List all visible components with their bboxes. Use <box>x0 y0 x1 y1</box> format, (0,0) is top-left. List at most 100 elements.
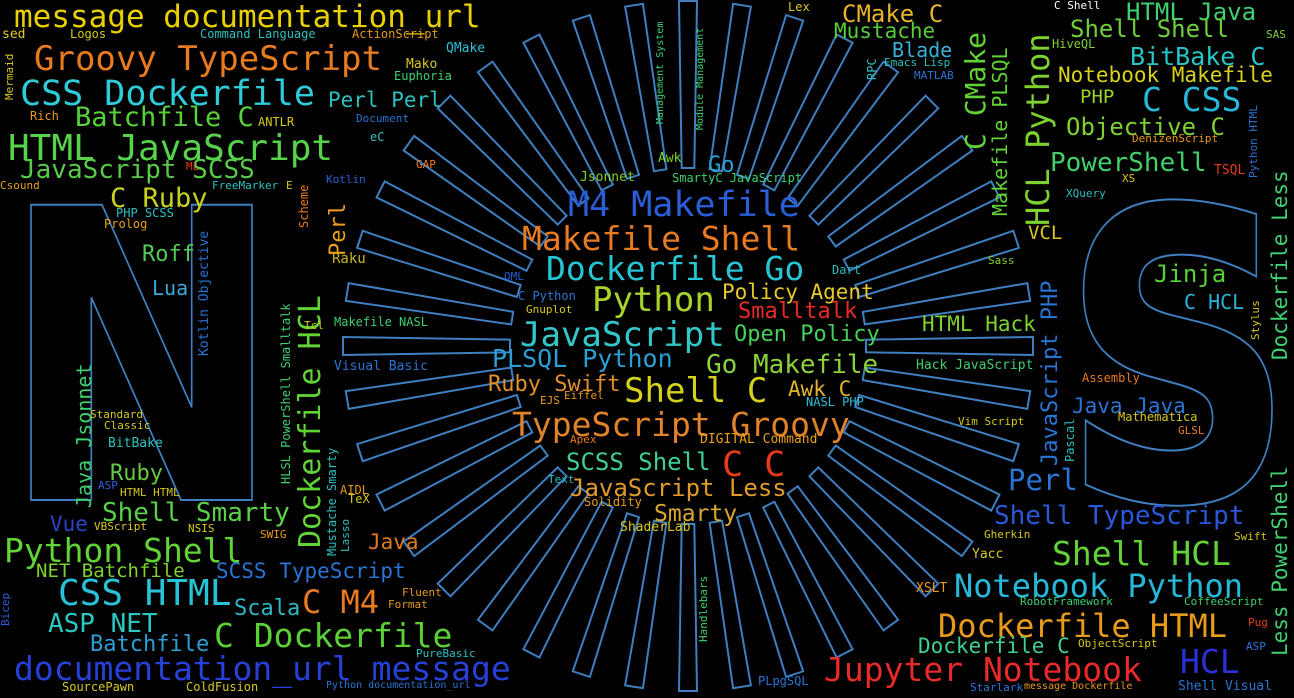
word: Solidity <box>584 495 642 509</box>
word: SWIG <box>260 528 287 541</box>
word: XQuery <box>1066 187 1106 200</box>
word: Mustache Smarty <box>325 447 339 556</box>
word: message Dockerfile <box>1024 681 1133 692</box>
word: ANTLR <box>258 115 295 129</box>
ray-outline <box>842 180 1001 273</box>
word: Apex <box>570 433 597 446</box>
word: Emacs Lisp <box>884 56 951 69</box>
word: Perl Perl <box>328 88 442 112</box>
word: SAS <box>1266 28 1286 41</box>
word: Management System <box>655 21 666 124</box>
word: ColdFusion <box>186 680 259 694</box>
word: CoffeeScript <box>1184 595 1264 608</box>
word: Vue <box>50 512 88 536</box>
word: C CMake <box>959 31 992 150</box>
word: GLSL <box>1178 424 1205 437</box>
ray-outline <box>623 519 668 690</box>
word: Kotlin <box>326 173 366 186</box>
word: PLpgSQL <box>758 674 809 688</box>
word: Yacc <box>972 547 1004 562</box>
word: ActionScript <box>352 27 439 41</box>
word: NASL PHP <box>806 395 864 409</box>
word: DIGITAL Command <box>700 432 818 447</box>
word: Stylus <box>1249 300 1262 340</box>
word: Perl <box>326 203 351 256</box>
word: sed <box>2 27 26 42</box>
word: NET Batchfile <box>36 560 185 582</box>
word: ASP <box>98 479 118 492</box>
word: ML <box>186 160 200 173</box>
word: RPC <box>865 58 879 80</box>
word: Groovy TypeScript <box>34 39 382 79</box>
word: Visual Basic <box>334 359 428 374</box>
word: Starlark <box>970 681 1023 694</box>
word: NSIS <box>188 522 215 535</box>
word: C CSS <box>1142 80 1242 119</box>
word: Module Management <box>695 27 706 130</box>
word: ObjectScript <box>1078 637 1158 650</box>
ray-outline <box>342 335 511 357</box>
word: HLSL PowerShell Smalltalk <box>279 303 293 484</box>
word: SCSS Shell <box>566 448 711 476</box>
word: Hack JavaScript <box>916 358 1034 373</box>
word: SCSS TypeScript <box>216 559 406 583</box>
word: Classic <box>104 419 151 432</box>
word: Euphoria <box>394 69 452 83</box>
ray-outline <box>522 33 615 192</box>
word: Mermaid <box>3 53 16 100</box>
word: Sass <box>988 254 1015 267</box>
word: HTML Hack <box>922 312 1036 336</box>
ray-outline <box>865 335 1034 357</box>
word: Dockerfile Less <box>1268 170 1292 360</box>
word: Jsonnet <box>580 170 635 185</box>
ray-outline <box>761 33 854 192</box>
word: ASP <box>1246 640 1266 653</box>
word: Less PowerShell <box>1268 466 1292 656</box>
word: PHP <box>1080 86 1115 108</box>
word: C Python <box>518 289 576 303</box>
ray-outline <box>522 500 615 659</box>
word: Kotlin Objective <box>197 230 212 356</box>
word: Pug <box>1248 616 1268 629</box>
word: Logos <box>70 27 107 41</box>
word: HiveQL <box>1052 37 1096 51</box>
word: Bicep <box>0 592 12 626</box>
word: Csound <box>0 179 40 192</box>
ray-outline <box>842 419 1001 512</box>
word: Swift <box>1234 530 1268 543</box>
word: Python documentation_url <box>326 680 471 691</box>
word: Vim Script <box>958 415 1025 428</box>
word: Lua <box>152 276 189 300</box>
word: Open Policy <box>734 322 880 347</box>
word: Dart <box>832 263 861 277</box>
word: Lasso <box>339 518 352 552</box>
ray-outline <box>807 465 940 598</box>
word: VCL <box>1028 222 1063 244</box>
word: eC <box>370 130 385 144</box>
word: RobotFramework <box>1020 595 1113 608</box>
word: Assembly <box>1082 371 1140 385</box>
word: E <box>286 179 293 192</box>
word: HCL <box>1180 642 1240 681</box>
word: XS <box>1122 172 1136 185</box>
word: MATLAB <box>914 69 954 82</box>
word: Fluent <box>402 586 442 599</box>
word: Dockerfile HCL <box>293 295 328 548</box>
word: Command Language <box>200 27 316 41</box>
word: HTML HTML <box>120 486 180 499</box>
ray-outline <box>375 180 534 273</box>
word: Python HTML <box>1247 105 1260 178</box>
word: JavaScript PHP <box>1038 280 1063 466</box>
word: C Shell <box>1054 0 1101 12</box>
word-cloud: N S message documentation_url Groovy Typ… <box>0 0 1294 698</box>
word: Format <box>388 598 428 611</box>
word: FreeMarker <box>212 179 279 192</box>
word: Perl <box>1008 463 1078 497</box>
word: Awk <box>658 151 682 166</box>
word: Java Jsonnet <box>72 363 96 509</box>
word: M4 Makefile <box>568 185 800 225</box>
word: Handlebars <box>697 575 710 642</box>
ray-outline <box>436 465 569 598</box>
word: Python <box>592 280 715 320</box>
ray-outline <box>708 2 753 173</box>
